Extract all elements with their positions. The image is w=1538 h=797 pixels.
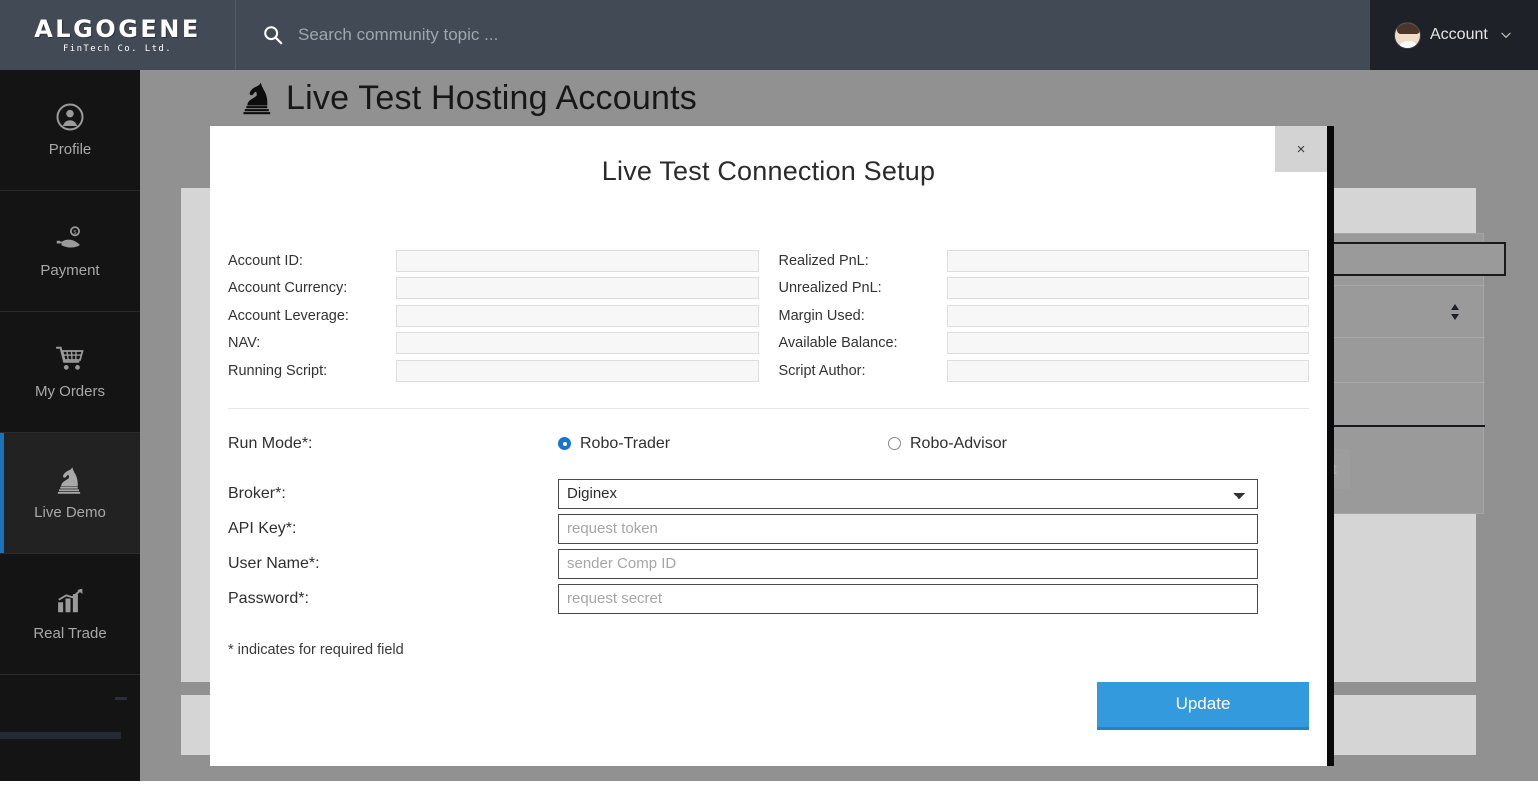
broker-label: Broker*: bbox=[228, 485, 558, 503]
field-api-key: API Key*: bbox=[228, 514, 1309, 544]
section-divider bbox=[228, 408, 1309, 409]
field-label: Realized PnL: bbox=[779, 253, 947, 269]
field-label: Margin Used: bbox=[779, 308, 947, 324]
sidebar-item-live-demo[interactable]: Live Demo bbox=[0, 433, 140, 554]
radio-robo-trader-indicator[interactable] bbox=[558, 437, 571, 450]
top-bar: ALGOGENE FinTech Co. Ltd. Account bbox=[0, 0, 1538, 70]
user-circle-icon bbox=[55, 102, 85, 132]
modal-footer: Update bbox=[210, 682, 1309, 730]
api-key-input[interactable] bbox=[558, 514, 1258, 544]
brand-name: ALGOGENE bbox=[34, 17, 201, 41]
account-currency-input bbox=[396, 277, 759, 299]
live-test-connection-setup-modal: × Live Test Connection Setup Account ID:… bbox=[210, 126, 1327, 766]
sidebar-item-payment[interactable]: $ Payment bbox=[0, 191, 140, 312]
modal-title: Live Test Connection Setup bbox=[210, 126, 1327, 187]
account-id-input bbox=[396, 250, 759, 272]
field-running-script: Running Script: bbox=[228, 357, 759, 385]
account-info-right-column: Realized PnL: Unrealized PnL: Margin Use… bbox=[779, 247, 1310, 385]
field-realized-pnl: Realized PnL: bbox=[779, 247, 1310, 275]
field-label: NAV: bbox=[228, 335, 396, 351]
password-label: Password*: bbox=[228, 590, 558, 608]
credentials-block: Broker*: Diginex API Key*: User Name*: P… bbox=[228, 479, 1309, 614]
chess-knight-icon bbox=[55, 465, 85, 495]
field-available-balance: Available Balance: bbox=[779, 330, 1310, 358]
field-label: Script Author: bbox=[779, 363, 947, 379]
field-label: Account Currency: bbox=[228, 280, 396, 296]
account-leverage-input bbox=[396, 305, 759, 327]
nav-input bbox=[396, 332, 759, 354]
sidebar-item-label: Payment bbox=[40, 262, 99, 279]
field-account-id: Account ID: bbox=[228, 247, 759, 275]
sidebar-footer-bar bbox=[0, 732, 121, 739]
sidebar-item-my-orders[interactable]: My Orders bbox=[0, 312, 140, 433]
search-icon bbox=[262, 24, 284, 46]
sidebar-item-label: Profile bbox=[49, 141, 92, 158]
field-broker: Broker*: Diginex bbox=[228, 479, 1309, 509]
table-search-input[interactable] bbox=[1306, 242, 1506, 276]
field-user-name: User Name*: bbox=[228, 549, 1309, 579]
field-label: Account ID: bbox=[228, 253, 396, 269]
broker-select[interactable]: Diginex bbox=[558, 479, 1258, 509]
script-author-input bbox=[947, 360, 1310, 382]
field-nav: NAV: bbox=[228, 330, 759, 358]
field-label: Unrealized PnL: bbox=[779, 280, 947, 296]
field-label: Running Script: bbox=[228, 363, 396, 379]
sidebar: Profile $ Payment My Orders bbox=[0, 70, 140, 781]
realized-pnl-input bbox=[947, 250, 1310, 272]
radio-robo-trader[interactable]: Robo-Trader bbox=[558, 435, 888, 453]
available-balance-input bbox=[947, 332, 1310, 354]
avatar bbox=[1394, 22, 1421, 49]
chess-knight-icon bbox=[240, 78, 276, 118]
field-unrealized-pnl: Unrealized PnL: bbox=[779, 275, 1310, 303]
sidebar-item-label: Live Demo bbox=[34, 504, 106, 521]
account-label: Account bbox=[1430, 26, 1488, 44]
field-password: Password*: bbox=[228, 584, 1309, 614]
account-info-left-column: Account ID: Account Currency: Account Le… bbox=[228, 247, 759, 385]
close-icon[interactable]: × bbox=[1275, 126, 1327, 172]
radio-label: Robo-Advisor bbox=[910, 435, 1007, 453]
field-label: Available Balance: bbox=[779, 335, 947, 351]
page-title-text: Live Test Hosting Accounts bbox=[286, 79, 697, 118]
unrealized-pnl-input bbox=[947, 277, 1310, 299]
search-input[interactable] bbox=[298, 25, 898, 45]
brand-logo[interactable]: ALGOGENE FinTech Co. Ltd. bbox=[0, 0, 236, 70]
bar-chart-up-icon bbox=[55, 586, 85, 616]
required-field-note: * indicates for required field bbox=[228, 642, 1327, 658]
sidebar-item-real-trade[interactable]: Real Trade bbox=[0, 554, 140, 675]
page-title: Live Test Hosting Accounts bbox=[240, 78, 697, 118]
update-button[interactable]: Update bbox=[1097, 682, 1309, 730]
run-mode-label: Run Mode*: bbox=[228, 435, 558, 453]
svg-text:$: $ bbox=[74, 230, 77, 236]
field-label: Account Leverage: bbox=[228, 308, 396, 324]
running-script-input bbox=[396, 360, 759, 382]
chevron-down-icon bbox=[1499, 28, 1513, 42]
field-margin-used: Margin Used: bbox=[779, 302, 1310, 330]
user-name-label: User Name*: bbox=[228, 555, 558, 573]
shopping-cart-icon bbox=[55, 344, 85, 374]
hand-coin-icon: $ bbox=[55, 223, 85, 253]
radio-robo-advisor-indicator[interactable] bbox=[888, 437, 901, 450]
password-input[interactable] bbox=[558, 584, 1258, 614]
sidebar-collapse-handle[interactable] bbox=[115, 697, 127, 700]
api-key-label: API Key*: bbox=[228, 520, 558, 538]
search-bar[interactable] bbox=[236, 0, 1370, 70]
sidebar-item-label: My Orders bbox=[35, 383, 105, 400]
sidebar-item-profile[interactable]: Profile bbox=[0, 70, 140, 191]
brand-tagline: FinTech Co. Ltd. bbox=[63, 44, 172, 54]
field-script-author: Script Author: bbox=[779, 357, 1310, 385]
field-account-leverage: Account Leverage: bbox=[228, 302, 759, 330]
margin-used-input bbox=[947, 305, 1310, 327]
radio-label: Robo-Trader bbox=[580, 435, 670, 453]
sort-updown-icon bbox=[1449, 303, 1461, 321]
account-menu[interactable]: Account bbox=[1370, 0, 1538, 70]
radio-robo-advisor[interactable]: Robo-Advisor bbox=[888, 435, 1218, 453]
sidebar-spacer bbox=[0, 697, 140, 797]
sidebar-item-label: Real Trade bbox=[33, 625, 106, 642]
account-info-grid: Account ID: Account Currency: Account Le… bbox=[210, 187, 1327, 385]
run-mode-row: Run Mode*: Robo-Trader Robo-Advisor bbox=[228, 435, 1309, 453]
user-name-input[interactable] bbox=[558, 549, 1258, 579]
field-account-currency: Account Currency: bbox=[228, 275, 759, 303]
modal-shadow bbox=[1327, 126, 1334, 766]
